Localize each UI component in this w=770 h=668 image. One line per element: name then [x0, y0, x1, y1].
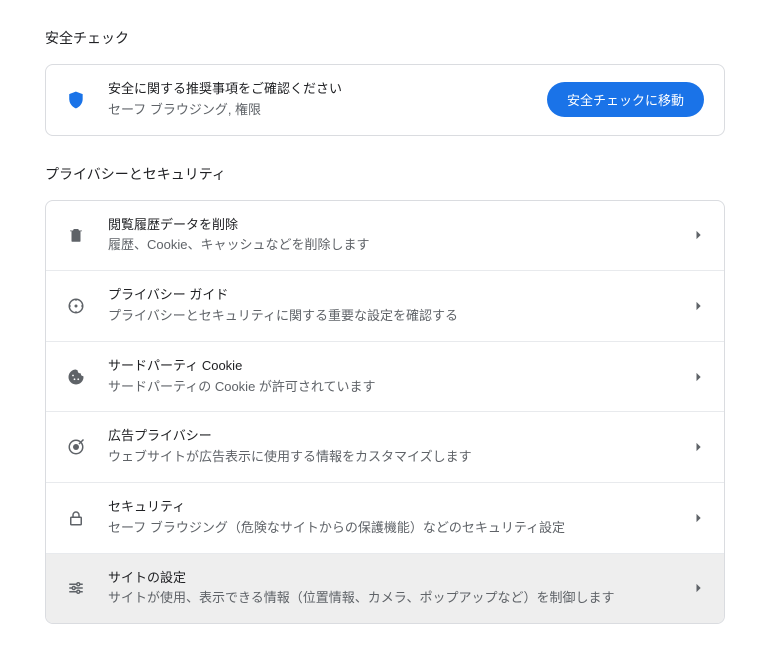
compass-icon — [66, 296, 86, 316]
chevron-right-icon — [694, 583, 704, 593]
list-item-subtitle: サードパーティの Cookie が許可されています — [108, 377, 672, 398]
chevron-right-icon — [694, 230, 704, 240]
list-item-text: サードパーティ Cookie サードパーティの Cookie が許可されています — [108, 356, 672, 398]
privacy-item-ads[interactable]: 広告プライバシー ウェブサイトが広告表示に使用する情報をカスタマイズします — [46, 411, 724, 482]
list-item-subtitle: セーフ ブラウジング（危険なサイトからの保護機能）などのセキュリティ設定 — [108, 518, 672, 539]
list-item-subtitle: 履歴、Cookie、キャッシュなどを削除します — [108, 235, 672, 256]
privacy-item-cookies[interactable]: サードパーティ Cookie サードパーティの Cookie が許可されています — [46, 341, 724, 412]
list-item-title: 広告プライバシー — [108, 426, 672, 447]
list-item-subtitle: プライバシーとセキュリティに関する重要な設定を確認する — [108, 306, 672, 327]
safety-check-subtitle: セーフ ブラウジング, 権限 — [108, 100, 525, 121]
list-item-title: 閲覧履歴データを削除 — [108, 215, 672, 236]
list-item-title: プライバシー ガイド — [108, 285, 672, 306]
safety-check-text: 安全に関する推奨事項をご確認ください セーフ ブラウジング, 権限 — [108, 79, 525, 121]
list-item-text: 閲覧履歴データを削除 履歴、Cookie、キャッシュなどを削除します — [108, 215, 672, 257]
cookie-icon — [66, 367, 86, 387]
chevron-right-icon — [694, 372, 704, 382]
list-item-title: セキュリティ — [108, 497, 672, 518]
list-item-text: 広告プライバシー ウェブサイトが広告表示に使用する情報をカスタマイズします — [108, 426, 672, 468]
list-item-text: プライバシー ガイド プライバシーとセキュリティに関する重要な設定を確認する — [108, 285, 672, 327]
lock-icon — [66, 508, 86, 528]
list-item-subtitle: ウェブサイトが広告表示に使用する情報をカスタマイズします — [108, 447, 672, 468]
list-item-title: サードパーティ Cookie — [108, 356, 672, 377]
chevron-right-icon — [694, 442, 704, 452]
privacy-section-title: プライバシーとセキュリティ — [45, 164, 725, 184]
safety-check-section-title: 安全チェック — [45, 28, 725, 48]
chevron-right-icon — [694, 513, 704, 523]
shield-icon — [66, 90, 86, 110]
privacy-item-site-settings[interactable]: サイトの設定 サイトが使用、表示できる情報（位置情報、カメラ、ポップアップなど）… — [46, 553, 724, 624]
list-item-title: サイトの設定 — [108, 568, 672, 589]
privacy-item-security[interactable]: セキュリティ セーフ ブラウジング（危険なサイトからの保護機能）などのセキュリテ… — [46, 482, 724, 553]
safety-check-card: 安全に関する推奨事項をご確認ください セーフ ブラウジング, 権限 安全チェック… — [45, 64, 725, 136]
tune-icon — [66, 578, 86, 598]
chevron-right-icon — [694, 301, 704, 311]
trash-icon — [66, 225, 86, 245]
list-item-text: サイトの設定 サイトが使用、表示できる情報（位置情報、カメラ、ポップアップなど）… — [108, 568, 672, 610]
safety-check-row: 安全に関する推奨事項をご確認ください セーフ ブラウジング, 権限 安全チェック… — [46, 65, 724, 135]
privacy-item-clear-data[interactable]: 閲覧履歴データを削除 履歴、Cookie、キャッシュなどを削除します — [46, 201, 724, 271]
safety-check-go-button[interactable]: 安全チェックに移動 — [547, 82, 704, 117]
privacy-item-guide[interactable]: プライバシー ガイド プライバシーとセキュリティに関する重要な設定を確認する — [46, 270, 724, 341]
privacy-list: 閲覧履歴データを削除 履歴、Cookie、キャッシュなどを削除します プライバシ… — [45, 200, 725, 625]
target-icon — [66, 437, 86, 457]
safety-check-title: 安全に関する推奨事項をご確認ください — [108, 79, 525, 100]
list-item-subtitle: サイトが使用、表示できる情報（位置情報、カメラ、ポップアップなど）を制御します — [108, 588, 672, 609]
list-item-text: セキュリティ セーフ ブラウジング（危険なサイトからの保護機能）などのセキュリテ… — [108, 497, 672, 539]
